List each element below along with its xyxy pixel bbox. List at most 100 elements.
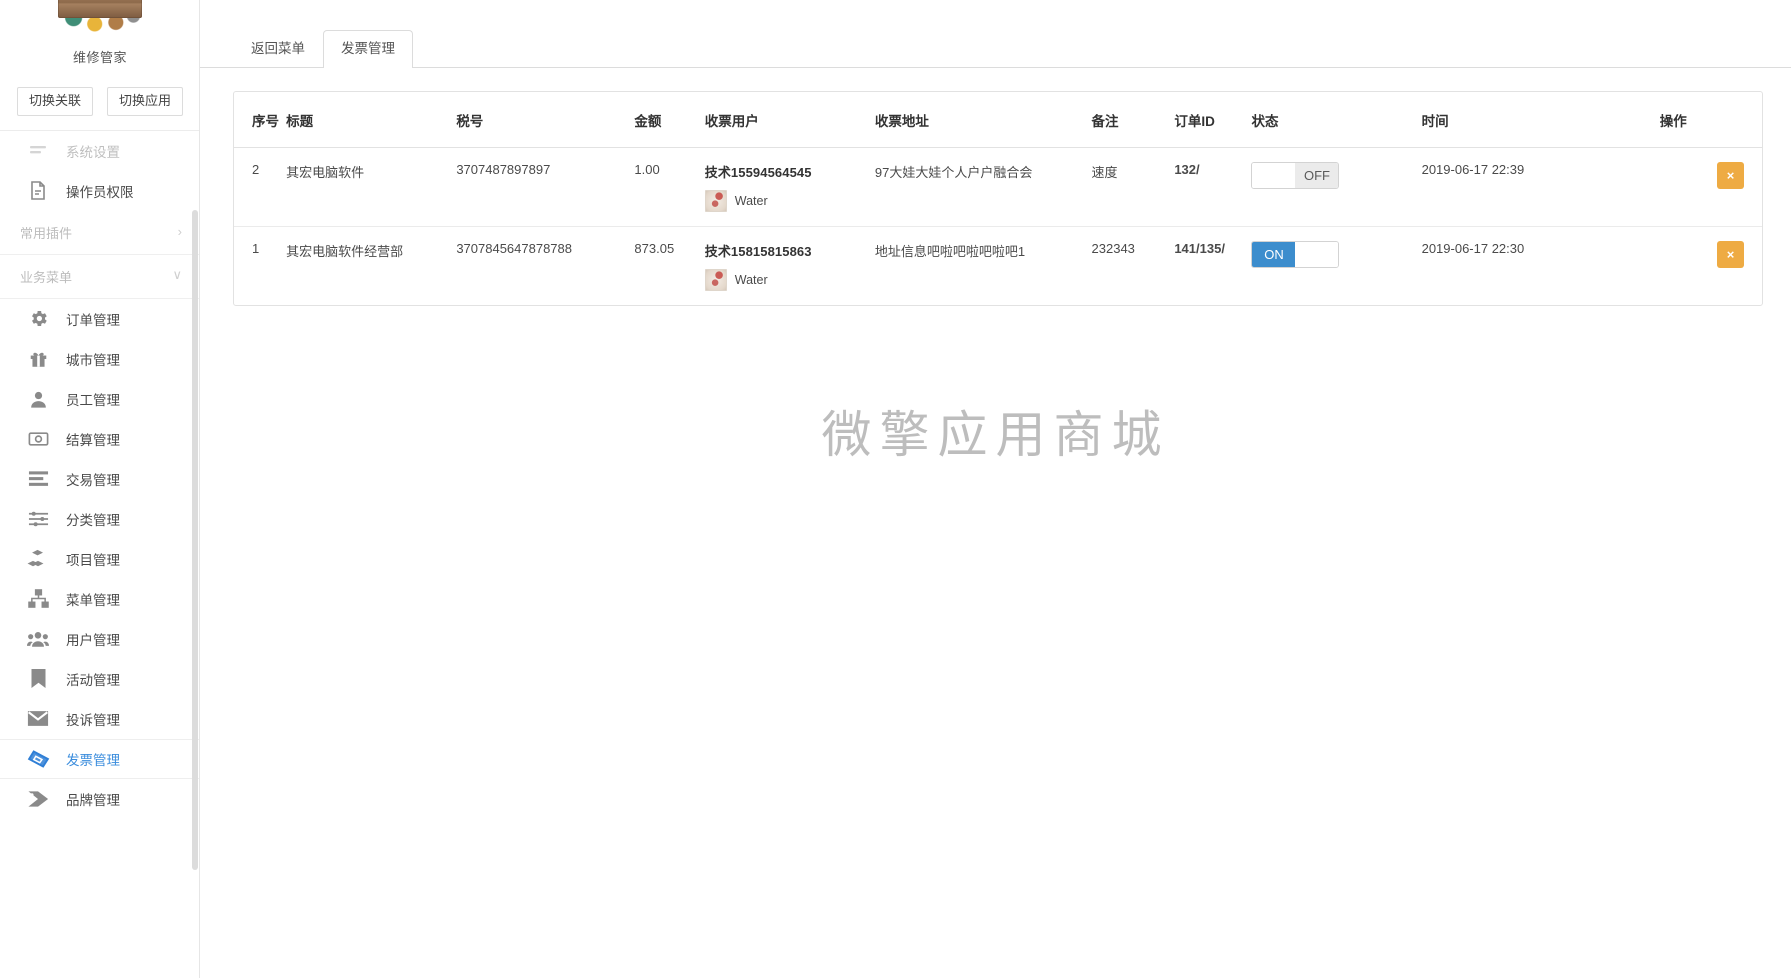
- col-state: 状态: [1251, 92, 1422, 148]
- cell-title: 其宏电脑软件: [286, 147, 457, 227]
- gift-icon: [26, 348, 50, 370]
- cell-index: 1: [252, 241, 260, 256]
- sidebar-group-business[interactable]: 业务菜单 ∨: [0, 254, 199, 299]
- cell-amount: 1.00: [634, 147, 705, 227]
- bookmark-icon: [26, 668, 50, 690]
- sidebar-item-order-management[interactable]: 订单管理: [0, 298, 199, 339]
- sidebar-item-activity-management[interactable]: 活动管理: [0, 658, 199, 699]
- toggle-knob: [1252, 163, 1296, 188]
- col-time: 时间: [1421, 92, 1660, 148]
- table-header-row: 序号 标题 税号 金额 收票用户 收票地址 备注 订单ID 状态 时间 操作: [234, 92, 1762, 148]
- sidebar-item-staff-management[interactable]: 员工管理: [0, 378, 199, 419]
- cell-title: 其宏电脑软件经营部: [286, 244, 404, 259]
- ticket-icon: [26, 748, 50, 770]
- cell-index: 2: [234, 147, 287, 227]
- sidebar-item-label: 用户管理: [66, 632, 120, 648]
- settings-icon: [26, 140, 50, 162]
- sidebar-group-plugins[interactable]: 常用插件 ›: [0, 210, 199, 255]
- sidebar-scrollbar-thumb[interactable]: [192, 210, 198, 870]
- sidebar-group-label: 业务菜单: [20, 269, 73, 285]
- delete-button[interactable]: ×: [1717, 241, 1744, 268]
- avatar: [704, 190, 727, 212]
- chevron-down-icon: ∨: [172, 267, 182, 283]
- sidebar-item-category-management[interactable]: 分类管理: [0, 498, 199, 539]
- sidebar-item-label: 活动管理: [66, 672, 120, 688]
- sitemap-icon: [26, 588, 50, 610]
- sidebar-item-label: 菜单管理: [66, 592, 120, 608]
- cell-address: 97大娃大娃个人户户融合会: [874, 147, 1092, 227]
- sidebar-group-label: 常用插件: [20, 225, 73, 241]
- sidebar-item-project-management[interactable]: 项目管理: [0, 538, 199, 579]
- col-title: 标题: [286, 92, 457, 148]
- switch-association-button[interactable]: 切换关联: [16, 87, 93, 116]
- switch-app-button[interactable]: 切换应用: [107, 87, 184, 116]
- envelope-icon: [26, 708, 50, 730]
- col-actions: 操作: [1659, 92, 1762, 148]
- app-root: 维修管家 切换关联 切换应用 系统设置 操作员权限 常用插件 › 业务菜单 ∨ …: [0, 0, 1791, 978]
- col-tax-no: 税号: [456, 92, 635, 148]
- cell-user: 技术15815815863 Water: [704, 227, 875, 306]
- user-nickname: Water: [734, 273, 768, 287]
- brand-name: 维修管家: [72, 50, 127, 65]
- sidebar-item-system-settings[interactable]: 系统设置: [0, 130, 199, 171]
- cell-actions: ×: [1659, 147, 1762, 227]
- sidebar: 维修管家 切换关联 切换应用 系统设置 操作员权限 常用插件 › 业务菜单 ∨ …: [0, 0, 200, 978]
- cell-user: 技术15594564545 Water: [704, 147, 875, 227]
- user-name: 技术15594564545: [704, 165, 812, 180]
- cell-tax-no: 3707845647878788: [456, 241, 572, 256]
- sidebar-scroll-content: 维修管家 切换关联 切换应用 系统设置 操作员权限 常用插件 › 业务菜单 ∨ …: [0, 0, 199, 819]
- sidebar-item-transaction-management[interactable]: 交易管理: [0, 458, 199, 499]
- delete-button[interactable]: ×: [1717, 162, 1744, 189]
- sidebar-item-label: 系统设置: [66, 144, 120, 160]
- col-index: 序号: [234, 92, 287, 148]
- table-body: 2 其宏电脑软件 3707487897897 1.00 技术1559456454…: [234, 147, 1762, 306]
- sidebar-item-menu-management[interactable]: 菜单管理: [0, 578, 199, 619]
- sidebar-item-label: 品牌管理: [66, 792, 120, 808]
- app-logo-icon: [56, 0, 144, 38]
- sidebar-item-label: 分类管理: [66, 512, 120, 528]
- toggle-label: OFF: [1295, 163, 1339, 188]
- table-head: 序号 标题 税号 金额 收票用户 收票地址 备注 订单ID 状态 时间 操作: [234, 92, 1762, 148]
- cell-amount: 873.05: [634, 241, 675, 256]
- col-address: 收票地址: [874, 92, 1092, 148]
- cell-tax-no: 3707487897897: [456, 147, 635, 227]
- sidebar-item-user-management[interactable]: 用户管理: [0, 618, 199, 659]
- cell-order-id: 132/: [1174, 147, 1252, 227]
- cell-note: 速度: [1091, 147, 1175, 227]
- person-icon: [26, 388, 50, 410]
- cell-actions: ×: [1660, 227, 1762, 306]
- sidebar-item-label: 员工管理: [66, 392, 120, 408]
- sidebar-item-invoice-management[interactable]: 发票管理: [0, 738, 199, 779]
- tab-back-to-menu[interactable]: 返回菜单: [233, 30, 323, 68]
- sidebar-item-settlement-management[interactable]: 结算管理: [0, 418, 199, 459]
- sidebar-item-city-management[interactable]: 城市管理: [0, 338, 199, 379]
- sidebar-item-complaint-management[interactable]: 投诉管理: [0, 698, 199, 739]
- sidebar-scrollbar[interactable]: [192, 210, 198, 870]
- status-toggle[interactable]: ON: [1251, 241, 1340, 268]
- user-nickname: Water: [734, 194, 768, 208]
- tab-invoice-management[interactable]: 发票管理: [323, 30, 413, 69]
- status-toggle[interactable]: OFF: [1251, 162, 1340, 189]
- table-row: 1 其宏电脑软件经营部 3707845647878788 873.05 技术15…: [234, 227, 1762, 306]
- sidebar-item-label: 投诉管理: [66, 712, 120, 728]
- col-amount: 金额: [634, 92, 705, 148]
- cell-time: 2019-06-17 22:39: [1421, 147, 1660, 227]
- tag-icon: [26, 788, 50, 810]
- cell-state: ON: [1251, 227, 1421, 306]
- col-note: 备注: [1091, 92, 1175, 148]
- sidebar-item-brand-management[interactable]: 品牌管理: [0, 778, 199, 819]
- toggle-label: ON: [1252, 242, 1296, 267]
- sidebar-item-label: 发票管理: [66, 752, 120, 768]
- list-lines-icon: [26, 468, 50, 490]
- sidebar-item-label: 交易管理: [66, 472, 120, 488]
- invoice-table: 序号 标题 税号 金额 收票用户 收票地址 备注 订单ID 状态 时间 操作 2…: [234, 92, 1762, 305]
- cell-time: 2019-06-17 22:30: [1421, 241, 1525, 256]
- user-nickname-row: Water: [704, 190, 875, 212]
- sidebar-item-label: 订单管理: [66, 312, 120, 328]
- watermark-text: 微擎应用商城: [821, 407, 1170, 463]
- sidebar-item-operator-permission[interactable]: 操作员权限: [0, 170, 199, 211]
- sliders-icon: [26, 508, 50, 530]
- user-nickname-row: Water: [704, 269, 875, 291]
- sidebar-switch-row: 切换关联 切换应用: [0, 76, 199, 131]
- cell-note: 232343: [1091, 241, 1135, 256]
